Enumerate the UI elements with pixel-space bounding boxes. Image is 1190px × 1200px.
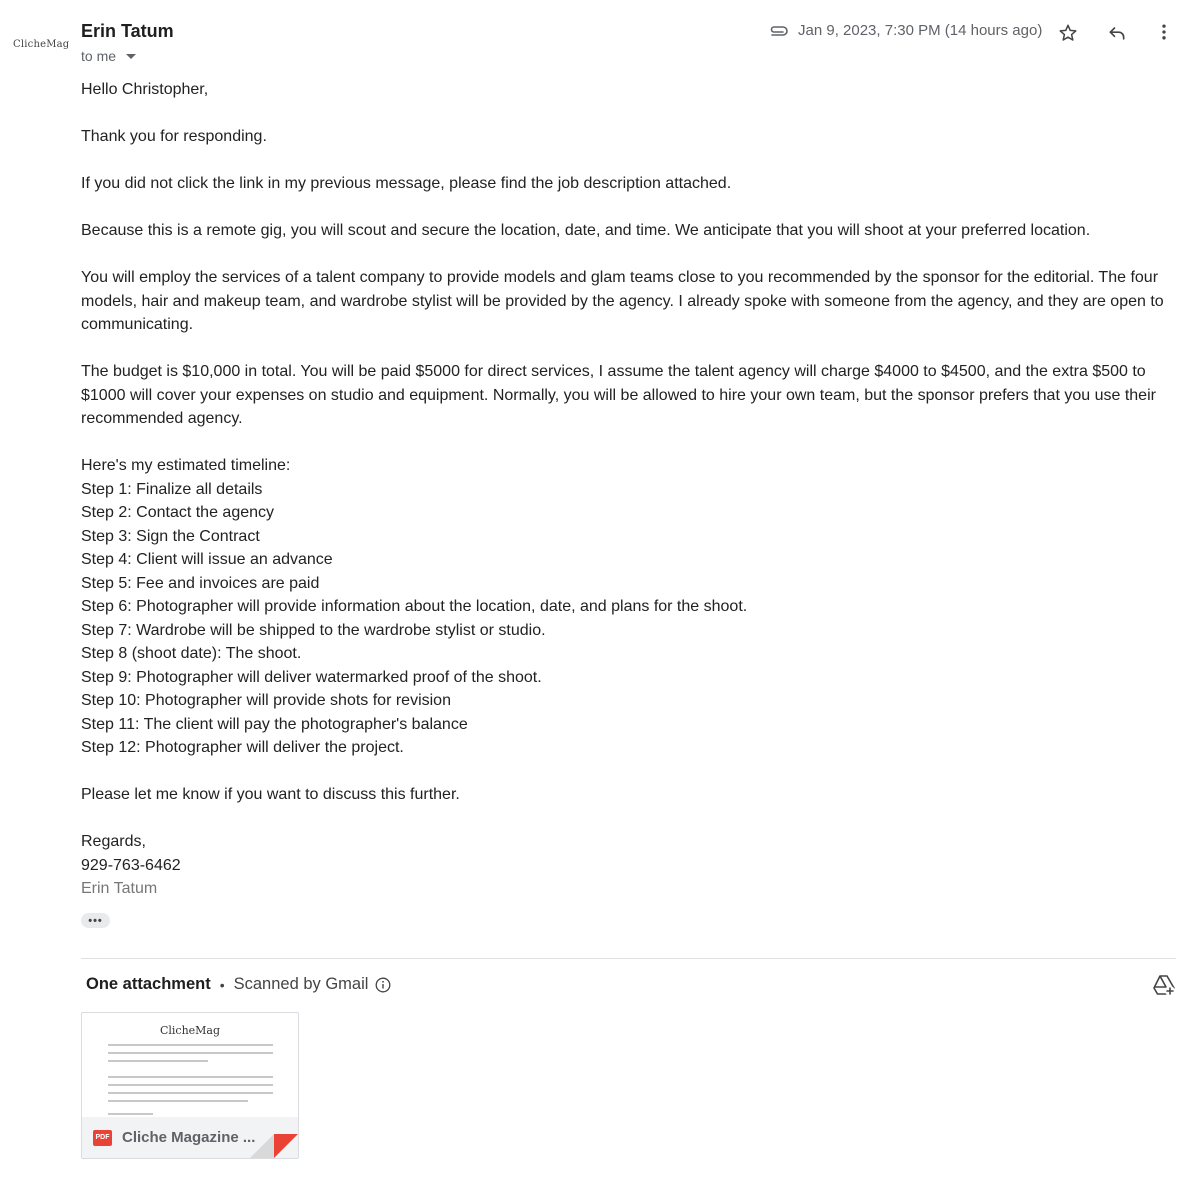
attachment-card[interactable]: ClicheMag PDF Cliche Magazine ...	[81, 1012, 299, 1159]
greeting: Hello Christopher,	[81, 81, 209, 98]
body-paragraph: The budget is $10,000 in total. You will…	[81, 363, 1156, 427]
body-paragraph: Thank you for responding.	[81, 128, 267, 145]
recipient-label: to me	[81, 48, 117, 64]
regards: Regards,	[81, 833, 146, 850]
signature-block: Regards, 929-763-6462 Erin Tatum	[81, 830, 1181, 901]
message-date: Jan 9, 2023, 7:30 PM (14 hours ago)	[798, 22, 1043, 39]
preview-text-line	[108, 1052, 273, 1054]
timeline-step: Step 12: Photographer will deliver the p…	[81, 739, 404, 756]
recipient-details-toggle[interactable]: to me	[81, 48, 137, 64]
timeline-step: Step 7: Wardrobe will be shipped to the …	[81, 621, 546, 639]
separator-dot: •	[219, 976, 225, 993]
timeline-step: Step 5: Fee and invoices are paid	[81, 574, 320, 592]
closing-line: Please let me know if you want to discus…	[81, 786, 460, 803]
timeline-step: Step 4: Client will issue an advance	[81, 551, 333, 568]
preview-text-line	[108, 1044, 273, 1046]
message-meta: Jan 9, 2023, 7:30 PM (14 hours ago)	[768, 22, 1042, 39]
timeline-step: Step 10: Photographer will provide shots…	[81, 692, 451, 709]
attachment-preview: ClicheMag	[82, 1013, 298, 1117]
timeline-block: Here's my estimated timeline: Step 1: Fi…	[81, 454, 1181, 760]
body-paragraph: You will employ the services of a talent…	[81, 269, 1164, 333]
page-fold-icon	[250, 1134, 298, 1158]
chevron-down-icon	[126, 53, 137, 59]
timeline-step: Step 6: Photographer will provide inform…	[81, 598, 748, 615]
info-icon[interactable]	[375, 977, 391, 993]
company-logo: ClicheMag	[13, 39, 70, 50]
message-body: Hello Christopher, Thank you for respond…	[81, 78, 1181, 924]
preview-text-line	[108, 1060, 208, 1062]
add-to-drive-icon[interactable]	[1152, 974, 1176, 996]
preview-title: ClicheMag	[159, 1024, 221, 1037]
attachments-title: One attachment	[86, 975, 211, 993]
preview-text-line	[108, 1100, 248, 1102]
more-options-button[interactable]	[1150, 18, 1178, 46]
ellipsis-icon: •••	[88, 914, 103, 927]
timeline-step: Step 1: Finalize all details	[81, 480, 263, 498]
star-icon	[1059, 24, 1077, 41]
attachment-filename: Cliche Magazine ...	[122, 1129, 256, 1146]
timeline-step: Step 8 (shoot date): The shoot.	[81, 645, 302, 662]
timeline-step: Step 11: The client will pay the photogr…	[81, 715, 468, 733]
timeline-intro: Here's my estimated timeline:	[81, 457, 291, 474]
reply-button[interactable]	[1103, 19, 1131, 47]
star-button[interactable]	[1054, 19, 1082, 47]
preview-text-line	[108, 1076, 273, 1078]
paperclip-icon	[770, 25, 788, 36]
divider	[81, 958, 1176, 959]
timeline-step: Step 2: Contact the agency	[81, 504, 275, 521]
preview-text-line	[108, 1113, 153, 1115]
body-paragraph: Because this is a remote gig, you will s…	[81, 222, 1091, 239]
signature-name: Erin Tatum	[81, 880, 158, 897]
sender-name[interactable]: Erin Tatum	[81, 21, 174, 42]
show-trimmed-content-button[interactable]: •••	[81, 913, 110, 928]
timeline-step: Step 3: Sign the Contract	[81, 527, 260, 545]
scanned-label: Scanned by Gmail	[233, 975, 369, 993]
timeline-step: Step 9: Photographer will deliver waterm…	[81, 668, 542, 686]
preview-text-line	[108, 1092, 273, 1094]
preview-text-line	[108, 1084, 273, 1086]
pdf-icon: PDF	[93, 1129, 112, 1146]
attachments-header: One attachment • Scanned by Gmail	[86, 975, 391, 994]
phone-number[interactable]: 929-763-6462	[81, 854, 1181, 878]
body-paragraph: If you did not click the link in my prev…	[81, 175, 732, 192]
reply-icon	[1109, 27, 1125, 40]
more-vertical-icon	[1162, 24, 1166, 40]
